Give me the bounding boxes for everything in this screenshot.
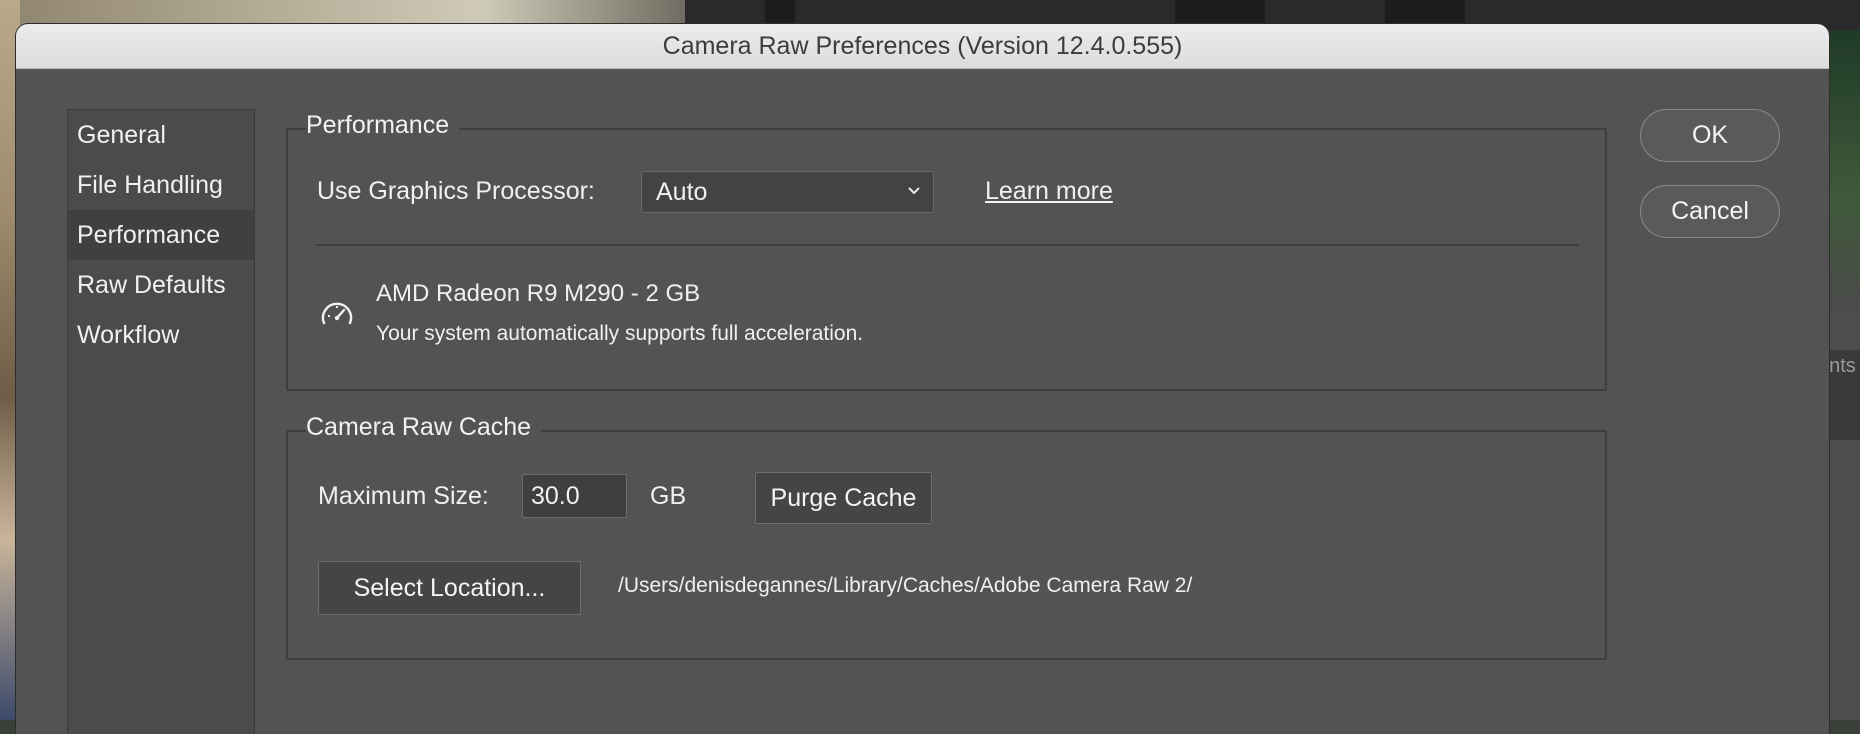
gpu-select-value: Auto bbox=[656, 178, 708, 206]
preferences-sidebar: General File Handling Performance Raw De… bbox=[67, 109, 255, 734]
sidebar-item-raw-defaults[interactable]: Raw Defaults bbox=[68, 260, 254, 310]
sidebar-item-general[interactable]: General bbox=[68, 110, 254, 160]
chevron-down-icon bbox=[908, 187, 920, 195]
gauge-icon bbox=[321, 302, 353, 325]
gpu-label: Use Graphics Processor: bbox=[317, 177, 595, 205]
max-size-label: Maximum Size: bbox=[318, 482, 489, 510]
cache-group: Camera Raw Cache Maximum Size: 30.0 GB P… bbox=[286, 413, 1607, 660]
max-size-input[interactable]: 30.0 bbox=[522, 474, 627, 518]
performance-group-title: Performance bbox=[306, 111, 460, 140]
sidebar-item-file-handling[interactable]: File Handling bbox=[68, 160, 254, 210]
gpu-name: AMD Radeon R9 M290 - 2 GB bbox=[376, 280, 701, 307]
ok-button[interactable]: OK bbox=[1640, 109, 1780, 162]
cache-path: /Users/denisdegannes/Library/Caches/Adob… bbox=[618, 574, 1193, 597]
sidebar-item-workflow[interactable]: Workflow bbox=[68, 310, 254, 360]
performance-group: Performance Use Graphics Processor: Auto… bbox=[286, 111, 1607, 391]
cache-group-title: Camera Raw Cache bbox=[306, 413, 542, 442]
divider bbox=[316, 244, 1579, 246]
size-unit: GB bbox=[650, 482, 687, 510]
select-location-button[interactable]: Select Location... bbox=[318, 561, 581, 615]
cancel-button[interactable]: Cancel bbox=[1640, 185, 1780, 238]
purge-cache-button[interactable]: Purge Cache bbox=[755, 472, 932, 524]
sidebar-item-performance[interactable]: Performance bbox=[68, 210, 254, 260]
learn-more-link[interactable]: Learn more bbox=[985, 177, 1113, 206]
gpu-acceleration-note: Your system automatically supports full … bbox=[376, 322, 864, 345]
gpu-select[interactable]: Auto bbox=[641, 171, 934, 213]
preferences-dialog: Camera Raw Preferences (Version 12.4.0.5… bbox=[16, 24, 1829, 734]
dialog-title: Camera Raw Preferences (Version 12.4.0.5… bbox=[16, 24, 1829, 69]
